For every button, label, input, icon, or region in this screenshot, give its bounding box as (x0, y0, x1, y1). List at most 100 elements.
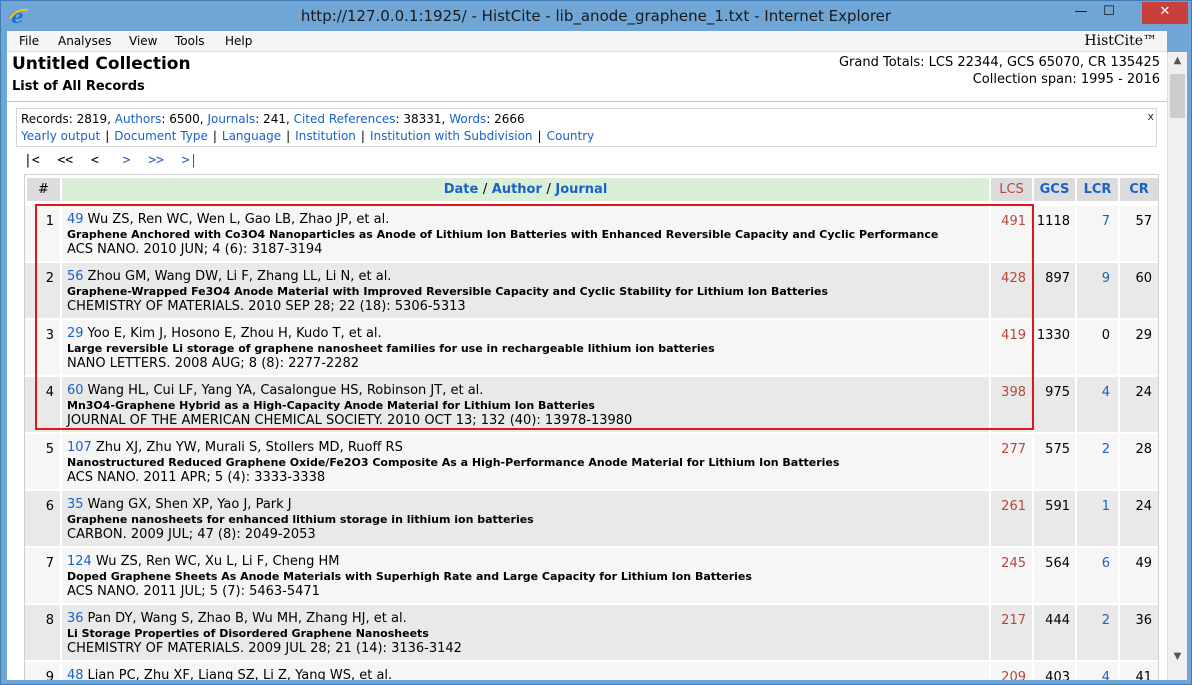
record-id-link[interactable]: 124 (67, 554, 92, 569)
col-cr-header[interactable]: CR (1120, 178, 1158, 201)
cr-cell: 36 (1120, 605, 1158, 660)
record-title: Graphene Anchored with Co3O4 Nanoparticl… (67, 228, 939, 241)
summary-counts: Records: 2819, Authors: 6500, Journals: … (21, 112, 525, 126)
next-page-button[interactable]: > (123, 153, 131, 168)
menu-file[interactable]: File (19, 34, 39, 48)
lcs-value[interactable]: 245 (1001, 556, 1026, 571)
scroll-down-icon[interactable]: ▼ (1168, 648, 1187, 666)
cr-cell: 41 (1120, 662, 1158, 680)
record-authors[interactable]: Wang GX, Shen XP, Yao J, Park J (88, 497, 292, 512)
sort-author-link[interactable]: Author (492, 182, 542, 197)
lcs-value[interactable]: 209 (1001, 670, 1026, 680)
summary-close-icon[interactable]: x (1147, 110, 1154, 123)
record-cell: 48 Lian PC, Zhu XF, Liang SZ, Li Z, Yang … (62, 662, 991, 680)
lcr-value[interactable]: 4 (1102, 385, 1110, 400)
col-lcr-header[interactable]: LCR (1077, 178, 1118, 201)
record-id-link[interactable]: 48 (67, 668, 84, 680)
maximize-button[interactable]: ☐ (1095, 2, 1123, 24)
row-number: 8 (45, 613, 54, 628)
journals-link[interactable]: Journals (207, 112, 255, 126)
record-authors[interactable]: Wang HL, Cui LF, Yang YA, Casalongue HS,… (88, 383, 484, 398)
cited-references-link[interactable]: Cited References (294, 112, 396, 126)
lcs-value[interactable]: 261 (1001, 499, 1026, 514)
row-number-cell: 7 (25, 548, 62, 603)
link-separator: | (360, 129, 365, 143)
scroll-up-icon[interactable]: ▲ (1168, 52, 1187, 70)
authors-link[interactable]: Authors (115, 112, 162, 126)
record-id-link[interactable]: 60 (67, 383, 84, 398)
record-authors[interactable]: Pan DY, Wang S, Zhao B, Wu MH, Zhang HJ,… (88, 611, 407, 626)
col-sort-labels: Date / Author / Journal (62, 182, 989, 197)
record-authors[interactable]: Zhu XJ, Zhu YW, Murali S, Stollers MD, R… (96, 440, 403, 455)
table-row: 2 56 Zhou GM, Wang DW, Li F, Zhang LL, Li… (25, 261, 1158, 318)
summary-box: Records: 2819, Authors: 6500, Journals: … (16, 108, 1157, 147)
lcr-value[interactable]: 9 (1102, 271, 1110, 286)
prev-page-button[interactable]: < (91, 153, 99, 168)
menu-help[interactable]: Help (225, 34, 252, 48)
col-sort-header: Date / Author / Journal (62, 178, 989, 201)
record-authors-line: 29 Yoo E, Kim J, Hosono E, Zhou H, Kudo T… (67, 326, 382, 341)
record-id-link[interactable]: 56 (67, 269, 84, 284)
lcr-value[interactable]: 2 (1102, 613, 1110, 628)
gcs-value: 1330 (1036, 328, 1070, 343)
menu-tools[interactable]: Tools (175, 34, 205, 48)
record-authors-line: 36 Pan DY, Wang S, Zhao B, Wu MH, Zhang H… (67, 611, 407, 626)
lcs-value[interactable]: 277 (1001, 442, 1026, 457)
record-authors[interactable]: Wu ZS, Ren WC, Wen L, Gao LB, Zhao JP, e… (88, 212, 390, 227)
sort-journal-link[interactable]: Journal (555, 182, 607, 197)
country-link[interactable]: Country (547, 129, 595, 143)
col-lcs-header[interactable]: LCS (991, 178, 1032, 201)
gcs-cell: 564 (1034, 548, 1077, 603)
lcs-cell: 245 (991, 548, 1034, 603)
record-authors[interactable]: Lian PC, Zhu XF, Liang SZ, Li Z, Yang WS… (88, 668, 393, 680)
record-id-link[interactable]: 36 (67, 611, 84, 626)
menu-view[interactable]: View (129, 34, 157, 48)
lcs-value[interactable]: 398 (1001, 385, 1026, 400)
record-id-link[interactable]: 35 (67, 497, 84, 512)
language-link[interactable]: Language (222, 129, 281, 143)
gcs-value: 591 (1045, 499, 1070, 514)
prev-many-button[interactable]: << (57, 153, 73, 168)
table-row: 3 29 Yoo E, Kim J, Hosono E, Zhou H, Kudo… (25, 318, 1158, 375)
record-authors[interactable]: Yoo E, Kim J, Hosono E, Zhou H, Kudo T, … (88, 326, 382, 341)
record-id-link[interactable]: 49 (67, 212, 84, 227)
col-num-label: # (38, 182, 49, 197)
last-page-button[interactable]: >| (182, 153, 198, 168)
menu-analyses[interactable]: Analyses (58, 34, 112, 48)
record-id-link[interactable]: 29 (67, 326, 84, 341)
lcs-value[interactable]: 419 (1001, 328, 1026, 343)
pagination: |< << < > >> >| (24, 153, 197, 168)
record-title: Li Storage Properties of Disordered Grap… (67, 627, 429, 640)
lcr-value[interactable]: 6 (1102, 556, 1110, 571)
next-many-button[interactable]: >> (148, 153, 164, 168)
lcs-value[interactable]: 491 (1001, 214, 1026, 229)
record-title: Graphene nanosheets for enhanced lithium… (67, 513, 534, 526)
gcs-value: 444 (1045, 613, 1070, 628)
lcr-value[interactable]: 7 (1102, 214, 1110, 229)
close-button[interactable]: ✕ (1142, 2, 1188, 24)
institution-link[interactable]: Institution (295, 129, 356, 143)
words-link[interactable]: Words (449, 112, 486, 126)
yearly-output-link[interactable]: Yearly output (21, 129, 100, 143)
minimize-button[interactable]: — (1067, 2, 1095, 24)
collection-span: Collection span: 1995 - 2016 (972, 72, 1160, 87)
scrollbar-thumb[interactable] (1170, 74, 1185, 118)
record-cell: 35 Wang GX, Shen XP, Yao J, Park J Graphe… (62, 491, 991, 546)
record-authors-line: 60 Wang HL, Cui LF, Yang YA, Casalongue H… (67, 383, 483, 398)
histcite-brand: HistCite™ (1084, 33, 1157, 49)
lcs-value[interactable]: 217 (1001, 613, 1026, 628)
vertical-scrollbar[interactable]: ▲ ▼ (1167, 52, 1187, 680)
lcr-value[interactable]: 1 (1102, 499, 1110, 514)
record-authors[interactable]: Zhou GM, Wang DW, Li F, Zhang LL, Li N, … (88, 269, 392, 284)
lcs-value[interactable]: 428 (1001, 271, 1026, 286)
document-type-link[interactable]: Document Type (114, 129, 208, 143)
col-gcs-header[interactable]: GCS (1034, 178, 1075, 201)
first-page-button[interactable]: |< (24, 153, 40, 168)
lcr-value[interactable]: 4 (1102, 670, 1110, 680)
page-content: Untitled Collection List of All Records … (7, 52, 1167, 680)
record-authors[interactable]: Wu ZS, Ren WC, Xu L, Li F, Cheng HM (96, 554, 340, 569)
institution-subdivision-link[interactable]: Institution with Subdivision (370, 129, 533, 143)
sort-date-link[interactable]: Date (444, 182, 479, 197)
record-id-link[interactable]: 107 (67, 440, 92, 455)
lcr-value[interactable]: 2 (1102, 442, 1110, 457)
